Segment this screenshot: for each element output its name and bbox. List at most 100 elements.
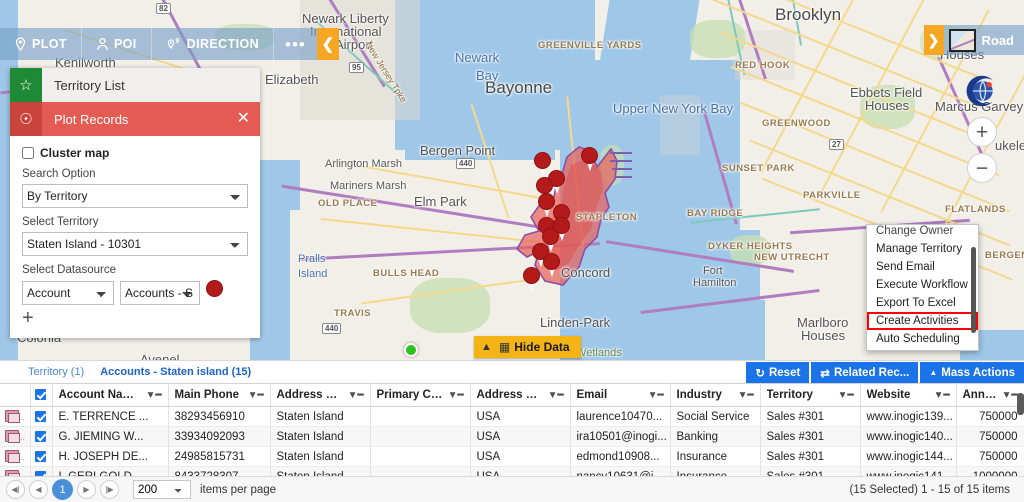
filter-icon[interactable]: ▼━: [1002, 390, 1018, 401]
column-header-account-name[interactable]: Account Nam...▼━: [52, 384, 168, 407]
context-menu-item-export-to-excel[interactable]: Export To Excel: [867, 294, 978, 312]
map-pin-marker[interactable]: [543, 253, 560, 277]
record-icon[interactable]: [5, 450, 19, 462]
cell-website: www.inogic140...: [860, 427, 956, 447]
mass-actions-button[interactable]: ▲ Mass Actions: [920, 362, 1024, 383]
select-datasource-label: Select Datasource: [22, 264, 248, 276]
table-row[interactable]: ..E. TERRENCE ...38293456910Staten Islan…: [0, 407, 1024, 427]
map-thumbnail-icon[interactable]: [949, 29, 976, 52]
cell-email: ira10501@inogi...: [570, 427, 670, 447]
cell-industry: Social Service: [670, 407, 760, 427]
context-menu-item-change-owner[interactable]: Change Owner: [867, 224, 978, 240]
column-header-address-city[interactable]: Address 1: City▼━: [270, 384, 370, 407]
cell-territory: Sales #301: [760, 407, 860, 427]
row-overflow-icon[interactable]: ..: [20, 412, 25, 422]
column-header-territory[interactable]: Territory▼━: [760, 384, 860, 407]
star-icon: ☆: [10, 68, 42, 102]
column-header-primary-contact[interactable]: Primary Cont...▼━: [370, 384, 470, 407]
datasource-entity-select[interactable]: Account: [22, 281, 114, 305]
map-pin-marker[interactable]: [523, 267, 540, 291]
column-header-address-country[interactable]: Address 1: C...▼━: [470, 384, 570, 407]
row-checkbox[interactable]: [35, 451, 46, 462]
current-location-marker[interactable]: [404, 343, 418, 357]
filter-icon[interactable]: ▼━: [738, 390, 754, 401]
column-header-annual-revenue[interactable]: Annual Reve...▼━: [956, 384, 1024, 407]
map-label: 82: [156, 3, 171, 14]
cell-country: USA: [470, 427, 570, 447]
filter-icon[interactable]: ▼━: [934, 390, 950, 401]
row-icon-cell[interactable]: ..: [0, 447, 30, 467]
page-size-select[interactable]: 200: [133, 480, 191, 499]
context-menu-item-manage-territory[interactable]: Manage Territory: [867, 240, 978, 258]
toolbar-more-button[interactable]: •••: [274, 36, 317, 53]
table-row[interactable]: ..G. JIEMING W...33934092093Staten Islan…: [0, 427, 1024, 447]
row-checkbox-cell[interactable]: [30, 427, 52, 447]
datasource-view-select[interactable]: Accounts - S: [120, 281, 200, 305]
grid-tab[interactable]: Accounts - Staten island (15): [100, 366, 251, 378]
zoom-out-button[interactable]: −: [967, 153, 997, 183]
filter-icon[interactable]: ▼━: [838, 390, 854, 401]
toolbar-item-plot[interactable]: PLOT: [0, 28, 82, 60]
column-header-email[interactable]: Email▼━: [570, 384, 670, 407]
row-overflow-icon[interactable]: ..: [20, 432, 25, 442]
cell-annual-revenue: 750000: [956, 447, 1024, 467]
row-checkbox[interactable]: [35, 411, 46, 422]
zoom-in-button[interactable]: +: [967, 117, 997, 147]
reset-button[interactable]: ↻ Reset: [746, 362, 809, 383]
table-row[interactable]: ..H. JOSEPH DE...24985815731Staten Islan…: [0, 447, 1024, 467]
plot-records-header[interactable]: ☉ Plot Records ✕: [10, 102, 260, 136]
cluster-map-label[interactable]: Cluster map: [40, 146, 109, 160]
related-records-button[interactable]: ⇄ Related Rec...: [811, 362, 918, 383]
page-number-button[interactable]: 1: [52, 479, 73, 500]
svg-text:9: 9: [175, 38, 179, 45]
row-overflow-icon[interactable]: ..: [20, 452, 25, 462]
basemap-expand-button[interactable]: ❯: [924, 25, 944, 55]
toolbar-collapse-button[interactable]: ❮: [317, 28, 339, 60]
filter-icon[interactable]: ▼━: [448, 390, 464, 401]
filter-icon[interactable]: ▼━: [348, 390, 364, 401]
last-page-button[interactable]: |▶: [100, 480, 119, 499]
row-checkbox-cell[interactable]: [30, 447, 52, 467]
context-menu-item-execute-workflow[interactable]: Execute Workflow: [867, 276, 978, 294]
row-icon-cell[interactable]: ..: [0, 407, 30, 427]
column-header-website[interactable]: Website▼━: [860, 384, 956, 407]
datasource-color-pin-icon[interactable]: [206, 280, 224, 306]
context-menu-item-send-email[interactable]: Send Email: [867, 258, 978, 276]
column-header-industry[interactable]: Industry▼━: [670, 384, 760, 407]
next-page-button[interactable]: ▶: [77, 480, 96, 499]
cluster-map-checkbox[interactable]: [22, 147, 34, 159]
row-icon-cell[interactable]: ..: [0, 427, 30, 447]
map-pin-marker[interactable]: [581, 147, 598, 171]
first-page-button[interactable]: ◀|: [6, 480, 25, 499]
grid-tab[interactable]: Territory (1): [28, 366, 84, 378]
filter-icon[interactable]: ▼━: [248, 390, 264, 401]
select-all-checkbox[interactable]: [35, 389, 46, 400]
hide-data-button[interactable]: ▲ ▦ Hide Data: [474, 336, 581, 358]
search-option-select[interactable]: By Territory: [22, 184, 248, 208]
cell-primary-contact: [370, 427, 470, 447]
record-icon[interactable]: [5, 430, 19, 442]
close-icon[interactable]: ✕: [237, 111, 260, 127]
record-icon[interactable]: [5, 410, 19, 422]
context-menu-item-create-activities[interactable]: Create Activities: [867, 312, 978, 330]
pin-icon: ☉: [10, 102, 42, 136]
table-header-row: Account Nam...▼━ Main Phone▼━ Address 1:…: [0, 384, 1024, 407]
filter-icon[interactable]: ▼━: [648, 390, 664, 401]
prev-page-button[interactable]: ◀: [29, 480, 48, 499]
context-menu-scrollbar[interactable]: [971, 247, 976, 333]
territory-list-header[interactable]: ☆ Territory List: [10, 68, 260, 102]
add-datasource-button[interactable]: +: [22, 308, 248, 328]
filter-icon[interactable]: ▼━: [146, 390, 162, 401]
grid-vertical-scrollbar[interactable]: [1017, 393, 1024, 415]
row-checkbox[interactable]: [35, 431, 46, 442]
grid-action-buttons: ↻ Reset ⇄ Related Rec... ▲ Mass Actions: [746, 362, 1024, 383]
toolbar-item-direction[interactable]: 9 DIRECTION: [152, 28, 274, 60]
select-all-column-header[interactable]: [30, 384, 52, 407]
filter-icon[interactable]: ▼━: [548, 390, 564, 401]
column-header-main-phone[interactable]: Main Phone▼━: [168, 384, 270, 407]
globe-logo-icon: [963, 73, 999, 109]
toolbar-item-poi[interactable]: POI: [82, 28, 152, 60]
select-territory-select[interactable]: Staten Island - 10301: [22, 232, 248, 256]
row-checkbox-cell[interactable]: [30, 407, 52, 427]
context-menu-item-auto-scheduling[interactable]: Auto Scheduling: [867, 330, 978, 348]
